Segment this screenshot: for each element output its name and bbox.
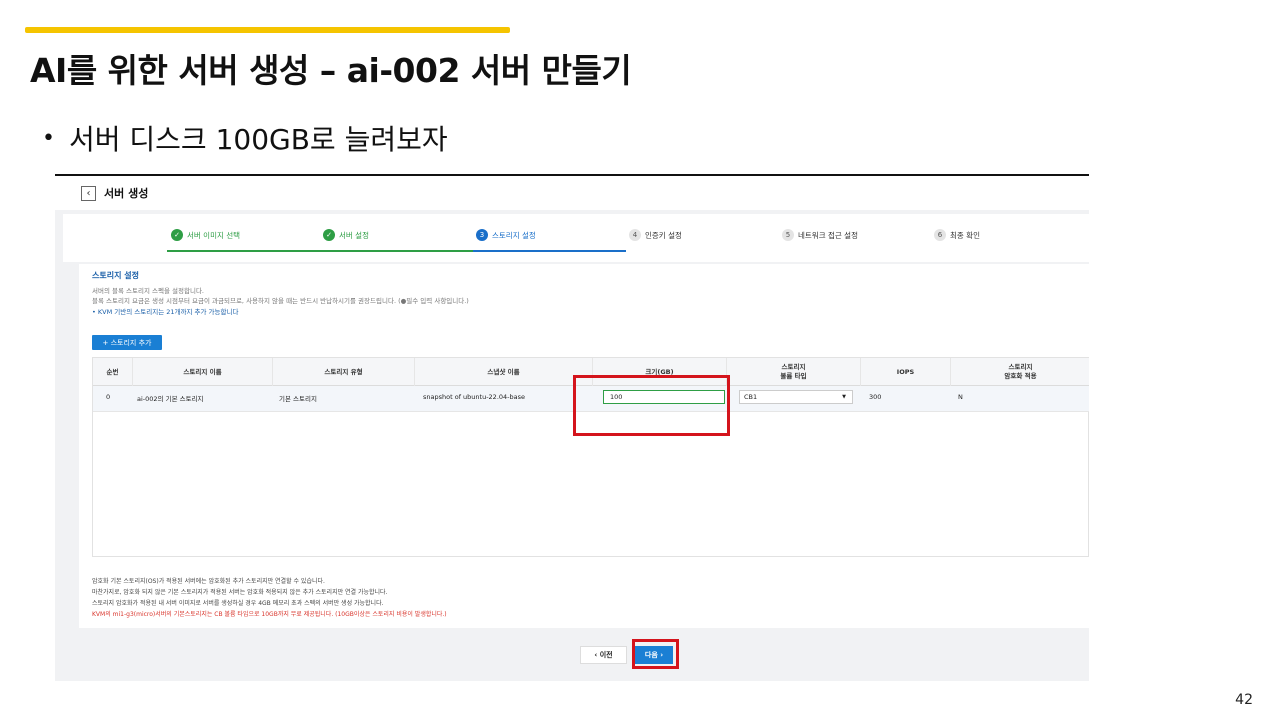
step-number: 5 bbox=[782, 229, 794, 241]
step-number: 3 bbox=[476, 229, 488, 241]
note-text: 스토리지 암호화가 적용된 내 서버 이미지로 서버를 생성하실 경우 4GB … bbox=[92, 600, 384, 607]
storage-panel: 스토리지 설정 서버의 블록 스토리지 스펙을 설정합니다. 블록 스토리지 요… bbox=[79, 264, 1089, 628]
step-storage-settings[interactable]: 3 스토리지 설정 bbox=[476, 229, 536, 241]
console-screenshot: ‹ 서버 생성 ✓ 서버 이미지 선택 ✓ 서버 설정 3 스토리지 설정 4 … bbox=[55, 174, 1089, 681]
note-free-tier: KVM의 mi1-g3(micro)서버의 기본스토리지는 CB 볼륨 타입으로… bbox=[92, 611, 447, 618]
slide-title: AI를 위한 서버 생성 – ai-002 서버 만들기 bbox=[30, 51, 632, 90]
chevron-down-icon: ▼ bbox=[842, 394, 846, 400]
step-progress-line bbox=[320, 250, 473, 252]
step-check-icon: ✓ bbox=[171, 229, 183, 241]
next-highlight-box bbox=[632, 639, 679, 669]
step-label: 네트워크 접근 설정 bbox=[798, 230, 858, 240]
note-text: 암호화 기본 스토리지(OS)가 적용된 서버에는 암호화된 추가 스토리지만 … bbox=[92, 578, 325, 585]
column-header: 스토리지 이름 bbox=[133, 358, 273, 386]
cell-encryption: N bbox=[958, 393, 963, 401]
bullet-text: 서버 디스크 100GB로 늘려보자 bbox=[68, 123, 448, 156]
bullet-item: • 서버 디스크 100GB로 늘려보자 bbox=[42, 118, 448, 158]
step-network-access[interactable]: 5 네트워크 접근 설정 bbox=[782, 229, 858, 241]
cell-snapshot: snapshot of ubuntu-22.04-base bbox=[423, 393, 525, 401]
note-text: 마찬가지로, 암호화 되지 않은 기본 스토리지가 적용된 서버는 암호화 적용… bbox=[92, 589, 388, 596]
console-page-title: 서버 생성 bbox=[104, 187, 149, 200]
step-progress-line bbox=[473, 250, 626, 252]
column-header: 스토리지 암호화 적용 bbox=[1004, 363, 1037, 380]
step-label: 인증키 설정 bbox=[645, 230, 682, 240]
step-progress-line bbox=[167, 250, 320, 252]
column-header: 순번 bbox=[93, 358, 133, 386]
cell-storage-type: 기본 스토리지 bbox=[279, 395, 317, 403]
section-description: 블록 스토리지 요금은 생성 시점부터 요금이 과금되므로, 사용하지 않을 때… bbox=[92, 297, 469, 305]
step-label: 서버 설정 bbox=[339, 230, 369, 240]
step-number: 6 bbox=[934, 229, 946, 241]
column-header: 스냅샷 이름 bbox=[415, 358, 593, 386]
step-check-icon: ✓ bbox=[323, 229, 335, 241]
volume-type-value: CB1 bbox=[744, 393, 758, 401]
step-label: 서버 이미지 선택 bbox=[187, 230, 241, 240]
step-image-select[interactable]: ✓ 서버 이미지 선택 bbox=[171, 229, 240, 241]
bullet-dot-icon: • bbox=[42, 125, 55, 151]
size-highlight-box bbox=[573, 375, 730, 436]
step-server-settings[interactable]: ✓ 서버 설정 bbox=[323, 229, 369, 241]
add-storage-button[interactable]: + 스토리지 추가 bbox=[92, 335, 162, 350]
back-icon[interactable]: ‹ bbox=[81, 185, 96, 201]
column-header: IOPS bbox=[861, 358, 951, 386]
title-accent-bar bbox=[25, 27, 510, 33]
column-header: 스토리지 볼륨 타입 bbox=[727, 358, 861, 386]
prev-button[interactable]: ‹ 이전 bbox=[580, 646, 627, 664]
column-header: 스토리지 유형 bbox=[273, 358, 415, 386]
console-header: ‹ 서버 생성 bbox=[55, 176, 1089, 210]
step-label: 스토리지 설정 bbox=[492, 230, 536, 240]
step-number: 4 bbox=[629, 229, 641, 241]
wizard-steps: ✓ 서버 이미지 선택 ✓ 서버 설정 3 스토리지 설정 4 인증키 설정 5… bbox=[63, 214, 1089, 262]
section-description: 서버의 블록 스토리지 스펙을 설정합니다. bbox=[92, 287, 204, 295]
page-number: 42 bbox=[1235, 692, 1253, 708]
volume-type-select[interactable]: CB1 ▼ bbox=[739, 390, 853, 404]
step-final-confirm[interactable]: 6 최종 확인 bbox=[934, 229, 980, 241]
cell-iops: 300 bbox=[869, 393, 882, 401]
cell-storage-name: ai-002의 기본 스토리지 bbox=[137, 395, 204, 403]
step-label: 최종 확인 bbox=[950, 230, 980, 240]
cell-index: 0 bbox=[106, 393, 111, 401]
section-title: 스토리지 설정 bbox=[92, 271, 139, 280]
step-auth-key[interactable]: 4 인증키 설정 bbox=[629, 229, 682, 241]
section-hint: • KVM 기반의 스토리지는 21개까지 추가 가능합니다 bbox=[92, 308, 239, 316]
